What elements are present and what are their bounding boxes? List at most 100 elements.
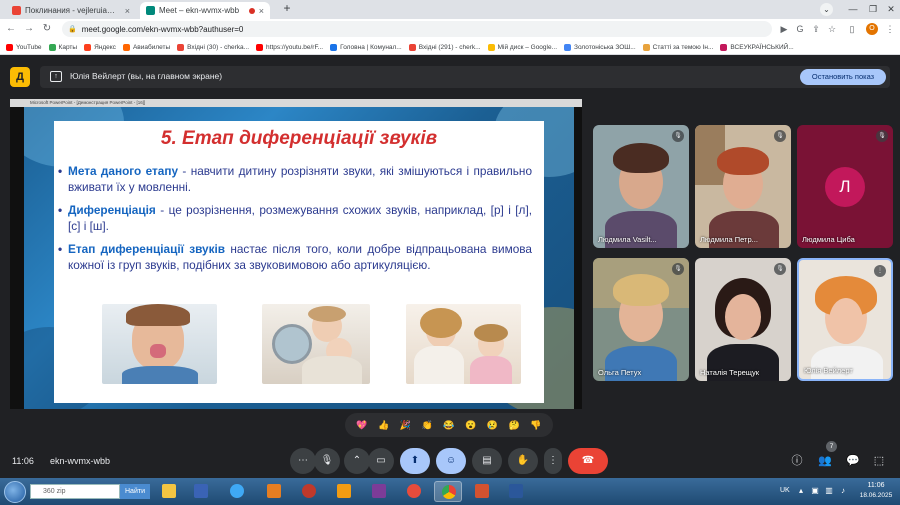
gmail-icon	[408, 43, 416, 51]
bookmark-item[interactable]: YouTube	[6, 43, 42, 51]
taskbar-search-input[interactable]: 360 zip	[30, 484, 120, 499]
tray-app-icon[interactable]: ▣	[810, 486, 820, 496]
more-audio-options-icon[interactable]: ⋯	[290, 448, 316, 474]
mic-icon[interactable]: 🎙	[314, 448, 340, 474]
taskbar-app-word[interactable]	[502, 481, 530, 502]
tab-gmail[interactable]: Поклинания - vejleruia@gmail... ×	[6, 2, 136, 19]
tears-of-joy-emoji[interactable]: 😂	[442, 418, 456, 432]
bookmark-item[interactable]: Статті за темою Ін...	[642, 43, 713, 51]
bookmark-item[interactable]: Головна | Комунал...	[330, 43, 402, 51]
bookmark-item[interactable]: Вхідні (291) - cherk...	[408, 43, 481, 51]
child-tongue-photo	[102, 304, 217, 384]
taskbar-app-save[interactable]	[187, 481, 215, 502]
captions-icon[interactable]: ▤	[472, 448, 502, 474]
taskbar-app-explorer[interactable]	[155, 481, 183, 502]
network-icon[interactable]: ▥	[824, 486, 834, 496]
taskbar-app-yandex[interactable]	[400, 481, 428, 502]
slide-bullet: Диференціація - це розрізнення, розмежув…	[58, 202, 532, 234]
chat-icon[interactable]: 💬	[844, 452, 862, 470]
bookmark-item[interactable]: Вхідні (30) - cherka...	[177, 43, 249, 51]
participant-tile[interactable]: 🎙 Людмила Vasilt...	[593, 125, 689, 248]
mic-off-icon: 🎙	[774, 130, 786, 142]
participant-tile[interactable]: 🎙 Ольга Петух	[593, 258, 689, 381]
activities-icon[interactable]: ⬚	[870, 452, 888, 470]
chrome-icon	[442, 485, 456, 499]
taskbar-app-tool[interactable]	[260, 481, 288, 502]
article-icon	[642, 43, 650, 51]
thumbs-up-emoji[interactable]: 👍	[377, 418, 391, 432]
back-icon[interactable]: ←	[4, 22, 18, 36]
bookmark-item[interactable]: ВСЕУКРАЇНСЬКИЙ...	[720, 43, 794, 51]
bookmark-star-icon[interactable]: ☆	[826, 23, 838, 35]
speech-therapy-session-photo	[406, 304, 521, 384]
participant-name: Ольга Петух	[598, 368, 642, 377]
meeting-info-icon[interactable]: ⓘ	[788, 452, 806, 470]
forward-icon[interactable]: →	[22, 22, 36, 36]
browser-menu-icon[interactable]: ⋮	[884, 23, 896, 35]
leave-call-button[interactable]: ☎	[568, 448, 608, 474]
bookmark-item[interactable]: Яндекс	[84, 43, 116, 51]
media-player-icon	[337, 484, 351, 498]
volume-icon[interactable]: ♪	[838, 486, 848, 496]
raise-hand-icon[interactable]: ✋	[508, 448, 538, 474]
mic-off-icon: 🎙	[774, 263, 786, 275]
reload-icon[interactable]: ↻	[40, 22, 54, 36]
taskbar-app-chrome[interactable]	[434, 481, 462, 502]
close-tab-icon[interactable]: ×	[125, 6, 130, 16]
slide-bullet: Мета даного етапу - навчити дитину розрі…	[58, 163, 532, 195]
camera-icon[interactable]: ▭	[368, 448, 394, 474]
crying-face-emoji[interactable]: 😢	[485, 418, 499, 432]
input-language[interactable]: UK	[780, 487, 790, 494]
reactions-button[interactable]: ☺	[436, 448, 466, 474]
thinking-face-emoji[interactable]: 🤔	[507, 418, 521, 432]
profile-avatar[interactable]: О	[866, 23, 878, 35]
url-input[interactable]: 🔒 meet.google.com/ekn-wvmx-wbb?authuser=…	[62, 21, 772, 37]
bookmark-item[interactable]: Карты	[48, 43, 77, 51]
mic-off-icon: 🎙	[672, 263, 684, 275]
thumbs-down-emoji[interactable]: 👎	[529, 418, 543, 432]
close-window-icon[interactable]: ✕	[878, 0, 900, 19]
clapping-hands-emoji[interactable]: 👏	[420, 418, 434, 432]
stop-presenting-button[interactable]: Остановить показ	[800, 69, 886, 85]
taskbar-app-media[interactable]	[330, 481, 358, 502]
shared-screen: Microsoft PowerPoint - [Демонстрация Pow…	[10, 99, 582, 409]
school-icon	[564, 43, 572, 51]
taskbar-search-button[interactable]: Найти	[120, 484, 150, 499]
participant-tile[interactable]: 🎙 Наталія Терещук	[695, 258, 791, 381]
taskbar-app-onenote[interactable]	[365, 481, 393, 502]
sidepanel-icon[interactable]: ▯	[846, 23, 858, 35]
participant-tile[interactable]: ⋮ Юлія Вейлерт	[797, 258, 893, 381]
people-icon[interactable]: 👥	[816, 452, 834, 470]
chevron-up-icon[interactable]: ⌃	[344, 448, 370, 474]
participant-tile[interactable]: Л 🎙 Людмила Циба	[797, 125, 893, 248]
more-options-icon[interactable]: ⋮	[874, 265, 886, 277]
party-popper-emoji[interactable]: 🎉	[398, 418, 412, 432]
meet-icon	[146, 6, 155, 15]
clock-time[interactable]: 11:06	[856, 482, 896, 489]
flights-icon	[122, 43, 130, 51]
camera-in-use-icon[interactable]: ▶	[778, 23, 790, 35]
presenting-banner: ↑ Юлія Вейлерт (вы, на главном экране) О…	[40, 66, 890, 88]
google-lens-icon[interactable]: G	[794, 23, 806, 35]
bookmark-item[interactable]: Авиабилеты	[122, 43, 170, 51]
start-button[interactable]	[4, 481, 26, 503]
present-screen-button[interactable]: ⬆	[400, 448, 430, 474]
bookmark-item[interactable]: Золотоніська ЗОШ...	[564, 43, 636, 51]
clock-date[interactable]: 18.06.2025	[856, 492, 896, 499]
close-tab-icon[interactable]: ×	[259, 6, 264, 16]
share-icon[interactable]: ⇪	[810, 23, 822, 35]
lock-icon: 🔒	[68, 26, 77, 33]
bookmark-item[interactable]: https://youtu.be/rF...	[256, 43, 323, 51]
tray-overflow-icon[interactable]: ▴	[796, 486, 806, 496]
participant-tile[interactable]: 🎙 Людмила Петр...	[695, 125, 791, 248]
taskbar-app-viewer[interactable]	[295, 481, 323, 502]
surprised-face-emoji[interactable]: 😮	[464, 418, 478, 432]
tab-search-icon[interactable]: ⌄	[820, 3, 833, 16]
taskbar-app-ie[interactable]	[223, 481, 251, 502]
new-tab-button[interactable]: +	[280, 2, 294, 16]
bookmark-item[interactable]: Мій диск – Google...	[487, 43, 557, 51]
taskbar-app-powerpoint[interactable]	[468, 481, 496, 502]
tab-meet[interactable]: Meet – ekn-wvmx-wbb ×	[140, 2, 270, 19]
sparkling-heart-emoji[interactable]: 💖	[355, 418, 369, 432]
more-options-icon[interactable]: ⋮	[544, 448, 562, 474]
